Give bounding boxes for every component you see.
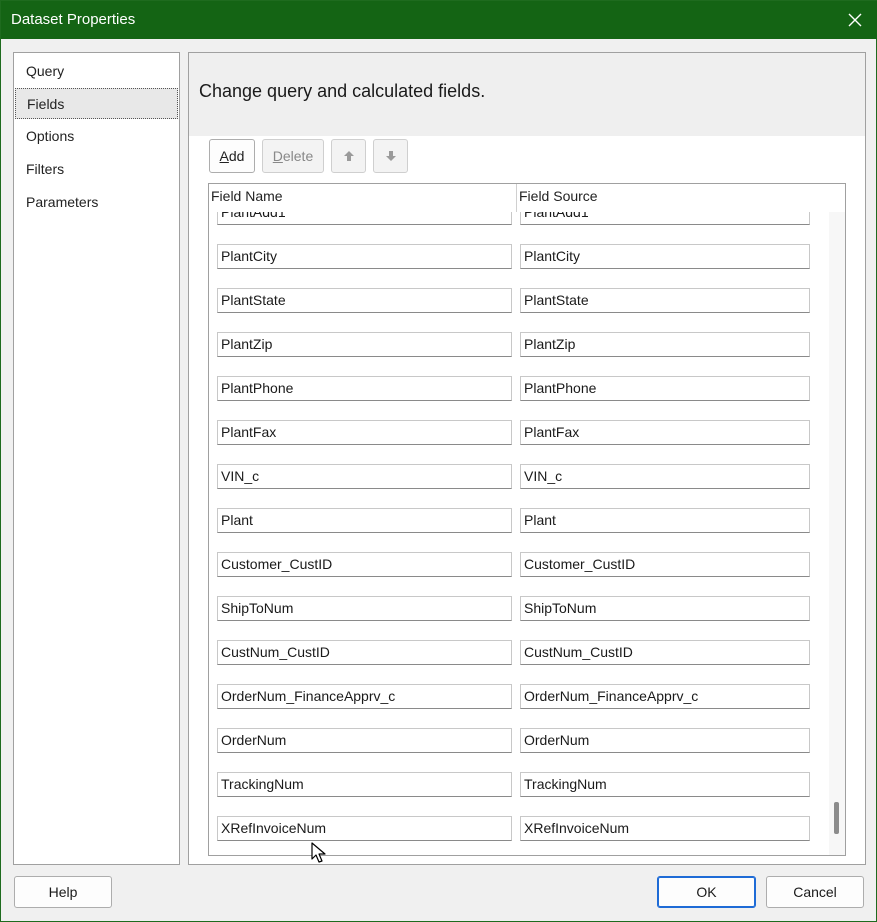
- table-row: ShipToNum ShipToNum: [209, 596, 829, 640]
- field-name-input[interactable]: PlantCity: [217, 244, 512, 269]
- ok-button[interactable]: OK: [657, 876, 756, 908]
- field-source-input[interactable]: CustNum_CustID: [520, 640, 810, 665]
- field-name-input[interactable]: PlantZip: [217, 332, 512, 357]
- field-name-input[interactable]: OrderNum_FinanceApprv_c: [217, 684, 512, 709]
- sidebar-item-filters[interactable]: Filters: [15, 154, 178, 185]
- grid-rows: PlantAdd1 PlantAdd1 PlantCity PlantCity …: [209, 212, 829, 855]
- scrollbar-thumb[interactable]: [834, 802, 839, 834]
- sidebar-item-query[interactable]: Query: [15, 56, 178, 87]
- table-row: Plant Plant: [209, 508, 829, 552]
- field-source-input[interactable]: Plant: [520, 508, 810, 533]
- field-source-input[interactable]: PlantCity: [520, 244, 810, 269]
- field-source-input[interactable]: Customer_CustID: [520, 552, 810, 577]
- delete-button[interactable]: Delete: [262, 139, 324, 173]
- vertical-scrollbar[interactable]: [829, 212, 845, 855]
- help-button[interactable]: Help: [14, 876, 112, 908]
- field-source-input[interactable]: PlantAdd1: [520, 212, 810, 225]
- mouse-pointer-icon: [311, 842, 326, 863]
- field-source-input[interactable]: PlantZip: [520, 332, 810, 357]
- sidebar-nav: Query Fields Options Filters Parameters: [13, 52, 180, 865]
- panel-header: Change query and calculated fields.: [189, 53, 865, 136]
- delete-button-label: Delete: [272, 148, 314, 164]
- table-row: PlantCity PlantCity: [209, 244, 829, 288]
- field-name-input[interactable]: OrderNum: [217, 728, 512, 753]
- field-name-input[interactable]: CustNum_CustID: [217, 640, 512, 665]
- column-header-field-name[interactable]: Field Name: [211, 188, 283, 204]
- field-source-input[interactable]: PlantFax: [520, 420, 810, 445]
- dataset-properties-dialog: Dataset Properties Query Fields Options …: [0, 0, 877, 922]
- fields-panel: Change query and calculated fields. Add …: [188, 52, 866, 865]
- field-name-input[interactable]: Plant: [217, 508, 512, 533]
- column-divider[interactable]: [516, 184, 517, 212]
- window-title: Dataset Properties: [11, 11, 136, 28]
- field-name-input[interactable]: VIN_c: [217, 464, 512, 489]
- page-title: Change query and calculated fields.: [199, 81, 486, 101]
- close-button[interactable]: [832, 1, 877, 39]
- field-source-input[interactable]: PlantPhone: [520, 376, 810, 401]
- table-row: OrderNum_FinanceApprv_c OrderNum_Finance…: [209, 684, 829, 728]
- sidebar-item-fields[interactable]: Fields: [15, 88, 178, 119]
- cancel-button-label: Cancel: [793, 884, 837, 900]
- table-row: PlantPhone PlantPhone: [209, 376, 829, 420]
- field-source-input[interactable]: ShipToNum: [520, 596, 810, 621]
- table-row: PlantAdd1 PlantAdd1: [209, 212, 829, 244]
- field-name-input[interactable]: Customer_CustID: [217, 552, 512, 577]
- table-row: XRefInvoiceNum XRefInvoiceNum: [209, 816, 829, 855]
- arrow-down-icon: [385, 151, 396, 161]
- field-name-input[interactable]: PlantAdd1: [217, 212, 512, 225]
- add-button-label: Add: [219, 148, 245, 164]
- field-name-input[interactable]: PlantPhone: [217, 376, 512, 401]
- table-row: VIN_c VIN_c: [209, 464, 829, 508]
- move-down-button[interactable]: [373, 139, 408, 173]
- ok-button-label: OK: [696, 884, 717, 900]
- grid-header: Field Name Field Source: [209, 184, 845, 212]
- table-row: PlantZip PlantZip: [209, 332, 829, 376]
- fields-grid: Field Name Field Source PlantAdd1 PlantA…: [208, 183, 846, 856]
- table-row: Customer_CustID Customer_CustID: [209, 552, 829, 596]
- field-name-input[interactable]: TrackingNum: [217, 772, 512, 797]
- arrow-up-icon: [343, 151, 354, 161]
- cancel-button[interactable]: Cancel: [766, 876, 864, 908]
- field-source-input[interactable]: OrderNum_FinanceApprv_c: [520, 684, 810, 709]
- table-row: CustNum_CustID CustNum_CustID: [209, 640, 829, 684]
- field-name-input[interactable]: ShipToNum: [217, 596, 512, 621]
- field-name-input[interactable]: XRefInvoiceNum: [217, 816, 512, 841]
- table-row: OrderNum OrderNum: [209, 728, 829, 772]
- sidebar-item-parameters[interactable]: Parameters: [15, 187, 178, 218]
- help-button-label: Help: [48, 884, 78, 900]
- field-source-input[interactable]: VIN_c: [520, 464, 810, 489]
- table-row: TrackingNum TrackingNum: [209, 772, 829, 816]
- close-icon: [848, 13, 862, 27]
- field-source-input[interactable]: TrackingNum: [520, 772, 810, 797]
- title-bar[interactable]: Dataset Properties: [1, 1, 877, 39]
- field-name-input[interactable]: PlantFax: [217, 420, 512, 445]
- field-source-input[interactable]: OrderNum: [520, 728, 810, 753]
- table-row: PlantFax PlantFax: [209, 420, 829, 464]
- field-name-input[interactable]: PlantState: [217, 288, 512, 313]
- add-button[interactable]: Add: [209, 139, 255, 173]
- sidebar-item-options[interactable]: Options: [15, 121, 178, 152]
- table-row: PlantState PlantState: [209, 288, 829, 332]
- field-source-input[interactable]: PlantState: [520, 288, 810, 313]
- field-source-input[interactable]: XRefInvoiceNum: [520, 816, 810, 841]
- column-header-field-source[interactable]: Field Source: [519, 188, 598, 204]
- move-up-button[interactable]: [331, 139, 366, 173]
